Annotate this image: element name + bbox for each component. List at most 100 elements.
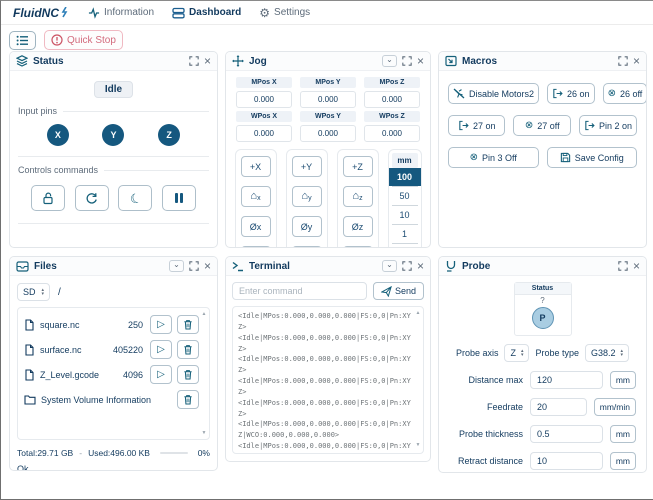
delete-file-button[interactable] — [177, 315, 199, 334]
command-input[interactable] — [232, 282, 367, 300]
step-option-1[interactable]: 1 — [392, 224, 418, 243]
run-file-button[interactable]: ▷ — [150, 315, 172, 334]
delete-file-button[interactable] — [177, 365, 199, 384]
fullscreen-icon[interactable] — [618, 56, 628, 66]
file-row[interactable]: Z_Level.gcode 4096 ▷ — [24, 362, 199, 387]
panels-menu-button[interactable] — [9, 31, 36, 50]
gear-icon: ⚙ — [259, 7, 270, 19]
retract-distance-input[interactable] — [530, 452, 603, 470]
macro-pin-2-on-button[interactable]: Pin 2 on — [579, 115, 637, 136]
macro-pin-3-off-button[interactable]: ⊗ Pin 3 Off — [448, 147, 539, 168]
terminal-output[interactable]: <Idle|MPos:0.000,0.000,0.000|FS:0,0|Pn:X… — [232, 306, 424, 454]
drive-select[interactable]: SD ▴▾ — [17, 283, 50, 301]
scroll-up-icon[interactable]: ▲ — [202, 311, 207, 317]
probe-status-label: Status — [515, 283, 571, 295]
file-row[interactable]: square.nc 250 ▷ — [24, 312, 199, 337]
home-icon: ⌂ — [352, 191, 359, 202]
scroll-up-icon[interactable]: ▲ — [416, 310, 421, 318]
step-option-10[interactable]: 10 — [392, 205, 418, 224]
unlock-button[interactable] — [31, 185, 65, 211]
terminal-scrollbar[interactable]: ▲ ▼ — [414, 308, 422, 452]
close-icon[interactable]: × — [633, 55, 640, 67]
close-icon[interactable]: × — [417, 260, 424, 272]
close-icon[interactable]: × — [204, 260, 211, 272]
jog-plus-z-button[interactable]: +Z — [343, 156, 373, 177]
close-icon[interactable]: × — [204, 55, 211, 67]
delete-folder-button[interactable] — [177, 390, 199, 409]
zero-x-button[interactable]: Øx — [241, 216, 271, 237]
delete-file-button[interactable] — [177, 340, 199, 359]
macro-26-off-button[interactable]: ⊗ 26 off — [603, 83, 647, 104]
jog-plus-x-button[interactable]: +X — [241, 156, 271, 177]
home-y-button[interactable]: ⌂ y — [292, 186, 322, 207]
sleep-button[interactable]: ☾ — [118, 185, 152, 211]
fullscreen-icon[interactable] — [402, 56, 412, 66]
probe-type-select[interactable]: G38.2 ▴▾ — [585, 344, 629, 362]
macro-27-off-button[interactable]: ⊗ 27 off — [513, 115, 570, 136]
jog-plus-y-button[interactable]: +Y — [292, 156, 322, 177]
jog-minus-x-button[interactable]: -X — [241, 246, 271, 248]
step-option-100[interactable]: 100 — [389, 168, 421, 186]
current-path: / — [58, 287, 61, 298]
file-row[interactable]: surface.nc 405220 ▷ — [24, 337, 199, 362]
reset-button[interactable] — [75, 185, 109, 211]
file-icon — [24, 319, 35, 331]
unit-label: mm/min — [594, 398, 636, 416]
alert-circle-icon — [51, 34, 63, 46]
storage-progress-bar — [160, 452, 188, 454]
jog-header-icons: ⌄ × — [382, 55, 424, 67]
probe-axis-select[interactable]: Z ▴▾ — [504, 344, 529, 362]
home-z-button[interactable]: ⌂ z — [343, 186, 373, 207]
pin-badge-x: X — [47, 124, 69, 146]
send-button[interactable]: Send — [373, 282, 424, 300]
jog-minus-z-button[interactable]: -Z — [343, 246, 373, 248]
controls-commands-section-label: Controls commands — [18, 165, 209, 175]
macro-save-config-button[interactable]: Save Config — [547, 147, 638, 168]
collapse-chevron-icon[interactable]: ⌄ — [382, 55, 397, 67]
nav-item-dashboard[interactable]: Dashboard — [172, 7, 241, 19]
step-option-50[interactable]: 50 — [392, 186, 418, 205]
macro-27-on-button[interactable]: 27 on — [448, 115, 505, 136]
jog-minus-y-button[interactable]: -Y — [292, 246, 322, 248]
distance-max-input[interactable] — [530, 371, 603, 389]
fullscreen-icon[interactable] — [189, 56, 199, 66]
fullscreen-icon[interactable] — [618, 261, 628, 271]
probe-thickness-input[interactable] — [530, 425, 603, 443]
step-option-0-1[interactable]: 0.1 — [392, 243, 418, 248]
home-x-button[interactable]: ⌂ x — [241, 186, 271, 207]
motor-off-icon — [453, 88, 465, 99]
terminal-line: <Idle|MPos:0.000,0.000,0.000|FS:0,0|Pn:X… — [238, 419, 413, 441]
scroll-down-icon[interactable]: ▼ — [202, 430, 207, 436]
nav-item-information[interactable]: Information — [88, 7, 154, 19]
run-file-button[interactable]: ▷ — [150, 340, 172, 359]
folder-row[interactable]: System Volume Information — [24, 387, 199, 412]
mpos-x-label: MPos X — [236, 77, 292, 88]
zero-z-button[interactable]: Øz — [343, 216, 373, 237]
pin-on-icon — [552, 88, 563, 99]
collapse-chevron-icon[interactable]: ⌄ — [169, 260, 184, 272]
nav-item-settings[interactable]: ⚙ Settings — [259, 7, 310, 19]
close-icon[interactable]: × — [633, 260, 640, 272]
macro-disable-motors2-button[interactable]: Disable Motors2 — [448, 83, 539, 104]
storage-summary: Total:29.71 GB - Used:496.00 KB 0% — [17, 440, 210, 460]
hold-button[interactable] — [162, 185, 196, 211]
fullscreen-icon[interactable] — [402, 261, 412, 271]
run-file-button[interactable]: ▷ — [150, 365, 172, 384]
drive-icon — [16, 261, 29, 272]
close-icon[interactable]: × — [417, 55, 424, 67]
feedrate-input[interactable] — [530, 398, 587, 416]
zero-y-button[interactable]: Øy — [292, 216, 322, 237]
macros-row-3: ⊗ Pin 3 Off Save Config — [448, 147, 637, 168]
fullscreen-icon[interactable] — [189, 261, 199, 271]
scroll-down-icon[interactable]: ▼ — [416, 442, 421, 450]
collapse-chevron-icon[interactable]: ⌄ — [382, 260, 397, 272]
nav-item-label: Settings — [274, 7, 310, 18]
input-pins-row: X Y Z — [18, 116, 209, 157]
macro-26-on-button[interactable]: 26 on — [547, 83, 595, 104]
trash-icon — [183, 319, 193, 330]
quick-stop-button[interactable]: Quick Stop — [44, 30, 123, 50]
file-list-scrollbar[interactable]: ▲ ▼ — [200, 309, 208, 438]
folder-name: System Volume Information — [41, 395, 172, 405]
quick-stop-label: Quick Stop — [67, 35, 116, 46]
macro-label: 26 on — [567, 89, 590, 99]
